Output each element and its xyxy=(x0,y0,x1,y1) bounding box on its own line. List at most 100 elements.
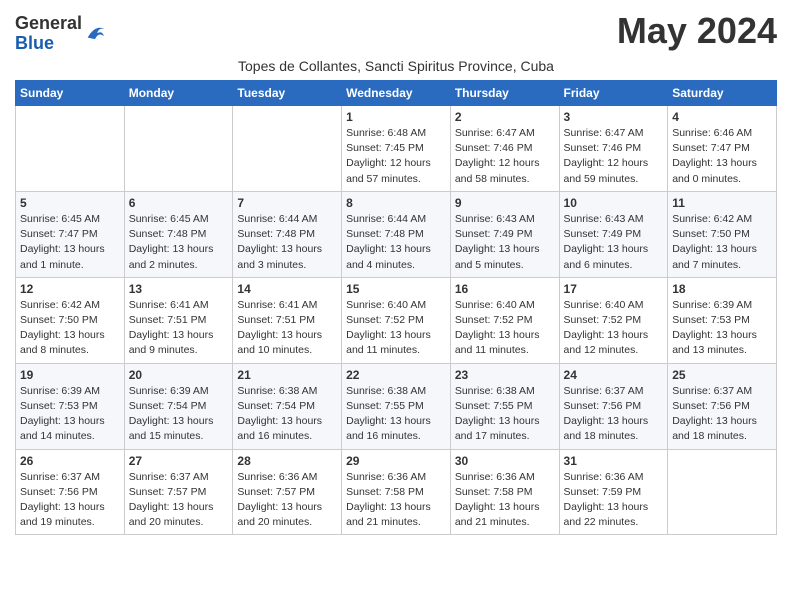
header-day-tuesday: Tuesday xyxy=(233,81,342,106)
month-title: May 2024 xyxy=(617,10,777,52)
day-info: Sunrise: 6:36 AMSunset: 7:57 PMDaylight:… xyxy=(237,470,337,531)
day-number: 12 xyxy=(20,282,120,296)
day-info: Sunrise: 6:37 AMSunset: 7:56 PMDaylight:… xyxy=(672,384,772,445)
calendar-cell: 22 Sunrise: 6:38 AMSunset: 7:55 PMDayligh… xyxy=(342,363,451,449)
day-number: 2 xyxy=(455,110,555,124)
calendar-cell: 30 Sunrise: 6:36 AMSunset: 7:58 PMDayligh… xyxy=(450,449,559,535)
calendar-cell: 10 Sunrise: 6:43 AMSunset: 7:49 PMDayligh… xyxy=(559,191,668,277)
calendar-cell: 23 Sunrise: 6:38 AMSunset: 7:55 PMDayligh… xyxy=(450,363,559,449)
header-day-thursday: Thursday xyxy=(450,81,559,106)
day-number: 14 xyxy=(237,282,337,296)
days-header-row: SundayMondayTuesdayWednesdayThursdayFrid… xyxy=(16,81,777,106)
calendar-cell: 18 Sunrise: 6:39 AMSunset: 7:53 PMDayligh… xyxy=(668,277,777,363)
day-info: Sunrise: 6:46 AMSunset: 7:47 PMDaylight:… xyxy=(672,126,772,187)
day-number: 13 xyxy=(129,282,229,296)
day-info: Sunrise: 6:44 AMSunset: 7:48 PMDaylight:… xyxy=(237,212,337,273)
day-number: 23 xyxy=(455,368,555,382)
day-number: 22 xyxy=(346,368,446,382)
calendar-cell: 6 Sunrise: 6:45 AMSunset: 7:48 PMDaylight… xyxy=(124,191,233,277)
day-number: 30 xyxy=(455,454,555,468)
calendar-cell: 26 Sunrise: 6:37 AMSunset: 7:56 PMDayligh… xyxy=(16,449,125,535)
day-info: Sunrise: 6:39 AMSunset: 7:53 PMDaylight:… xyxy=(20,384,120,445)
calendar-table: SundayMondayTuesdayWednesdayThursdayFrid… xyxy=(15,80,777,535)
header-day-friday: Friday xyxy=(559,81,668,106)
day-number: 3 xyxy=(564,110,664,124)
day-number: 15 xyxy=(346,282,446,296)
calendar-cell: 14Sunrise: 6:41 AMSunset: 7:51 PMDayligh… xyxy=(233,277,342,363)
calendar-body: 1 Sunrise: 6:48 AMSunset: 7:45 PMDaylight… xyxy=(16,106,777,535)
calendar-cell xyxy=(233,106,342,192)
subtitle: Topes de Collantes, Sancti Spiritus Prov… xyxy=(15,58,777,74)
calendar-week-2: 5 Sunrise: 6:45 AMSunset: 7:47 PMDaylight… xyxy=(16,191,777,277)
day-number: 21 xyxy=(237,368,337,382)
day-number: 4 xyxy=(672,110,772,124)
page-header: General Blue May 2024 xyxy=(15,10,777,54)
day-number: 7 xyxy=(237,196,337,210)
calendar-cell: 4 Sunrise: 6:46 AMSunset: 7:47 PMDaylight… xyxy=(668,106,777,192)
day-number: 31 xyxy=(564,454,664,468)
calendar-cell: 31 Sunrise: 6:36 AMSunset: 7:59 PMDayligh… xyxy=(559,449,668,535)
day-info: Sunrise: 6:38 AMSunset: 7:55 PMDaylight:… xyxy=(455,384,555,445)
calendar-cell: 13 Sunrise: 6:41 AMSunset: 7:51 PMDayligh… xyxy=(124,277,233,363)
day-info: Sunrise: 6:39 AMSunset: 7:53 PMDaylight:… xyxy=(672,298,772,359)
calendar-cell xyxy=(124,106,233,192)
day-number: 8 xyxy=(346,196,446,210)
day-info: Sunrise: 6:45 AMSunset: 7:48 PMDaylight:… xyxy=(129,212,229,273)
day-info: Sunrise: 6:44 AMSunset: 7:48 PMDaylight:… xyxy=(346,212,446,273)
calendar-cell: 29Sunrise: 6:36 AMSunset: 7:58 PMDayligh… xyxy=(342,449,451,535)
calendar-week-1: 1 Sunrise: 6:48 AMSunset: 7:45 PMDaylight… xyxy=(16,106,777,192)
logo-icon xyxy=(84,23,106,45)
day-number: 18 xyxy=(672,282,772,296)
calendar-cell: 28Sunrise: 6:36 AMSunset: 7:57 PMDayligh… xyxy=(233,449,342,535)
logo-text-general: General xyxy=(15,13,82,33)
calendar-cell: 15 Sunrise: 6:40 AMSunset: 7:52 PMDayligh… xyxy=(342,277,451,363)
day-info: Sunrise: 6:45 AMSunset: 7:47 PMDaylight:… xyxy=(20,212,120,273)
logo-text-blue: Blue xyxy=(15,33,54,53)
day-info: Sunrise: 6:47 AMSunset: 7:46 PMDaylight:… xyxy=(564,126,664,187)
calendar-week-3: 12Sunrise: 6:42 AMSunset: 7:50 PMDayligh… xyxy=(16,277,777,363)
calendar-cell: 2Sunrise: 6:47 AMSunset: 7:46 PMDaylight… xyxy=(450,106,559,192)
day-info: Sunrise: 6:38 AMSunset: 7:54 PMDaylight:… xyxy=(237,384,337,445)
header-day-sunday: Sunday xyxy=(16,81,125,106)
day-info: Sunrise: 6:48 AMSunset: 7:45 PMDaylight:… xyxy=(346,126,446,187)
calendar-cell: 9 Sunrise: 6:43 AMSunset: 7:49 PMDaylight… xyxy=(450,191,559,277)
calendar-cell xyxy=(16,106,125,192)
calendar-cell: 7 Sunrise: 6:44 AMSunset: 7:48 PMDaylight… xyxy=(233,191,342,277)
logo: General Blue xyxy=(15,14,106,54)
calendar-cell: 21 Sunrise: 6:38 AMSunset: 7:54 PMDayligh… xyxy=(233,363,342,449)
day-number: 1 xyxy=(346,110,446,124)
day-info: Sunrise: 6:36 AMSunset: 7:59 PMDaylight:… xyxy=(564,470,664,531)
day-info: Sunrise: 6:37 AMSunset: 7:56 PMDaylight:… xyxy=(20,470,120,531)
day-info: Sunrise: 6:36 AMSunset: 7:58 PMDaylight:… xyxy=(455,470,555,531)
calendar-cell: 3 Sunrise: 6:47 AMSunset: 7:46 PMDaylight… xyxy=(559,106,668,192)
day-info: Sunrise: 6:37 AMSunset: 7:57 PMDaylight:… xyxy=(129,470,229,531)
calendar-cell: 19 Sunrise: 6:39 AMSunset: 7:53 PMDayligh… xyxy=(16,363,125,449)
day-info: Sunrise: 6:41 AMSunset: 7:51 PMDaylight:… xyxy=(129,298,229,359)
day-info: Sunrise: 6:43 AMSunset: 7:49 PMDaylight:… xyxy=(455,212,555,273)
day-number: 29 xyxy=(346,454,446,468)
day-number: 17 xyxy=(564,282,664,296)
calendar-cell xyxy=(668,449,777,535)
calendar-week-4: 19 Sunrise: 6:39 AMSunset: 7:53 PMDayligh… xyxy=(16,363,777,449)
day-number: 10 xyxy=(564,196,664,210)
day-info: Sunrise: 6:42 AMSunset: 7:50 PMDaylight:… xyxy=(672,212,772,273)
calendar-cell: 11 Sunrise: 6:42 AMSunset: 7:50 PMDayligh… xyxy=(668,191,777,277)
day-number: 26 xyxy=(20,454,120,468)
day-number: 5 xyxy=(20,196,120,210)
day-info: Sunrise: 6:38 AMSunset: 7:55 PMDaylight:… xyxy=(346,384,446,445)
day-info: Sunrise: 6:40 AMSunset: 7:52 PMDaylight:… xyxy=(455,298,555,359)
day-number: 24 xyxy=(564,368,664,382)
day-number: 27 xyxy=(129,454,229,468)
calendar-week-5: 26 Sunrise: 6:37 AMSunset: 7:56 PMDayligh… xyxy=(16,449,777,535)
day-number: 9 xyxy=(455,196,555,210)
header-day-saturday: Saturday xyxy=(668,81,777,106)
calendar-cell: 5 Sunrise: 6:45 AMSunset: 7:47 PMDaylight… xyxy=(16,191,125,277)
day-info: Sunrise: 6:40 AMSunset: 7:52 PMDaylight:… xyxy=(346,298,446,359)
day-number: 6 xyxy=(129,196,229,210)
header-day-monday: Monday xyxy=(124,81,233,106)
day-number: 11 xyxy=(672,196,772,210)
calendar-cell: 20Sunrise: 6:39 AMSunset: 7:54 PMDayligh… xyxy=(124,363,233,449)
day-info: Sunrise: 6:43 AMSunset: 7:49 PMDaylight:… xyxy=(564,212,664,273)
day-number: 19 xyxy=(20,368,120,382)
day-info: Sunrise: 6:40 AMSunset: 7:52 PMDaylight:… xyxy=(564,298,664,359)
